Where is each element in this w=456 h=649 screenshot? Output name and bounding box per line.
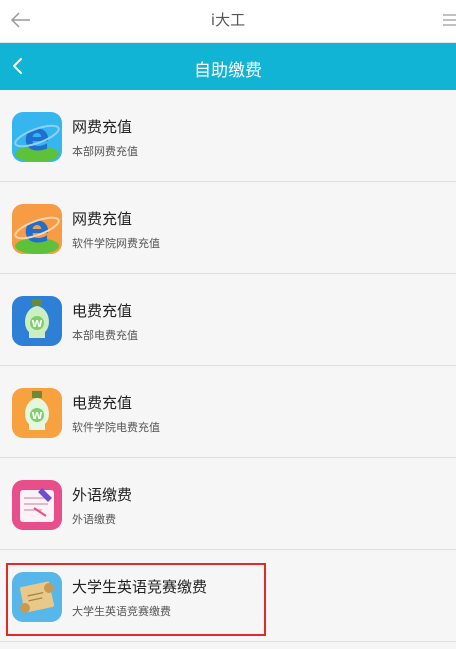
item-title: 网费充值 xyxy=(72,118,133,136)
app-top-bar: i大工 xyxy=(0,0,456,43)
ie-globe-icon: e xyxy=(12,204,62,254)
list-item[interactable]: W 电费充值 软件学院电费充值 xyxy=(0,366,456,458)
notebook-icon xyxy=(12,480,62,530)
item-subtitle: 软件学院电费充值 xyxy=(72,421,160,434)
svg-text:W: W xyxy=(31,319,42,330)
item-subtitle: 软件学院网费充值 xyxy=(72,237,160,250)
svg-text:e: e xyxy=(24,207,50,251)
item-subtitle: 外语缴费 xyxy=(72,513,116,526)
payment-list: e 网费充值 本部网费充值 e 网费充值 软件学院网费充值 W 电费充值 本部电… xyxy=(0,90,456,642)
ie-globe-icon: e xyxy=(12,112,62,162)
item-title: 网费充值 xyxy=(72,210,133,228)
scroll-icon xyxy=(12,572,62,622)
svg-text:e: e xyxy=(24,115,50,159)
app-title: i大工 xyxy=(210,11,246,29)
svg-text:W: W xyxy=(31,411,42,422)
menu-icon[interactable] xyxy=(442,12,456,28)
item-title: 电费充值 xyxy=(72,394,133,412)
item-subtitle: 本部电费充值 xyxy=(72,329,138,342)
item-title: 外语缴费 xyxy=(72,486,133,504)
list-item[interactable]: 大学生英语竞赛缴费 大学生英语竞赛缴费 xyxy=(0,550,456,642)
list-item[interactable]: e 网费充值 软件学院网费充值 xyxy=(0,182,456,274)
lightbulb-icon: W xyxy=(12,388,62,438)
item-subtitle: 大学生英语竞赛缴费 xyxy=(72,605,171,618)
list-item[interactable]: 外语缴费 外语缴费 xyxy=(0,458,456,550)
item-title: 电费充值 xyxy=(72,302,133,320)
page-header: 自助缴费 xyxy=(0,43,456,90)
lightbulb-icon: W xyxy=(12,296,62,346)
item-title: 大学生英语竞赛缴费 xyxy=(72,578,208,596)
list-item[interactable]: e 网费充值 本部网费充值 xyxy=(0,90,456,182)
list-item[interactable]: W 电费充值 本部电费充值 xyxy=(0,274,456,366)
page-title: 自助缴费 xyxy=(194,61,262,81)
item-subtitle: 本部网费充值 xyxy=(72,145,138,158)
